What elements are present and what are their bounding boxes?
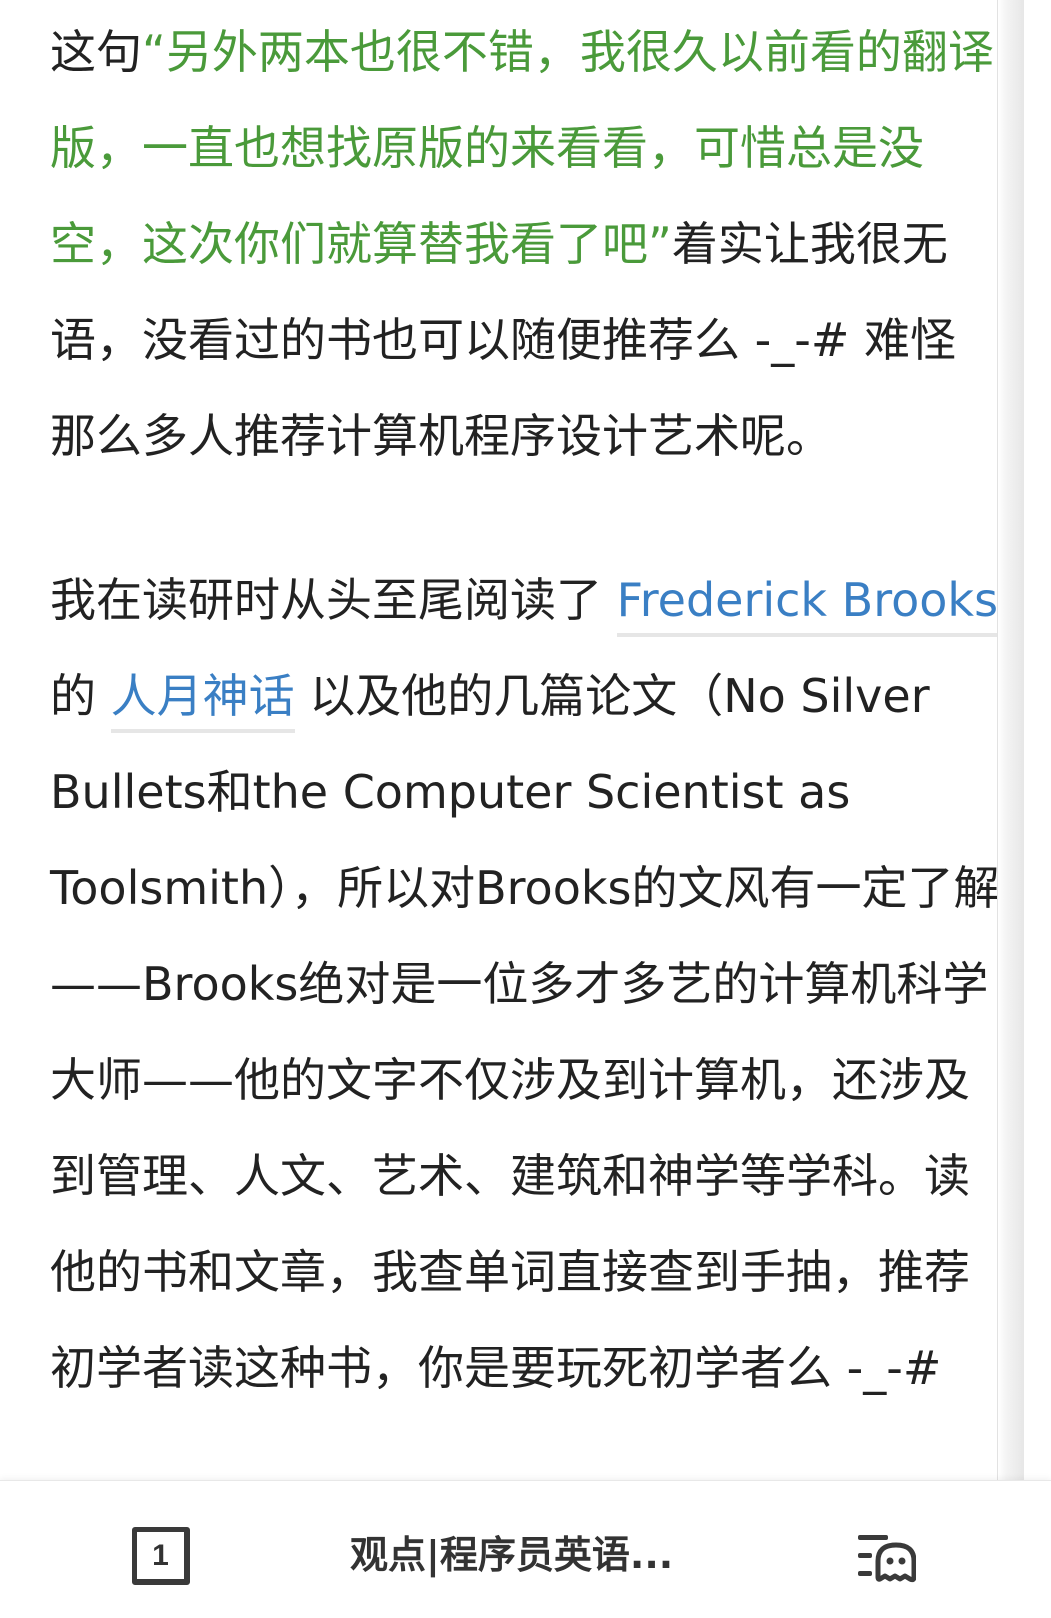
paragraph-1-intro: 这句 [50,25,142,79]
reader-mode-icon-svg [858,1535,917,1583]
paragraph-2-rest: 以及他的几篇论文（No Silver Bullets和the Computer … [50,669,1000,1395]
article-content: 这句“另外两本也很不错，我很久以前看的翻译版，一直也想找原版的来看看，可惜总是没… [0,0,1024,1480]
tab-count-label: 1 [152,1538,169,1572]
paragraph-2-connector: 的 [50,669,111,723]
page-title[interactable]: 观点|程序员英语... [350,1525,710,1585]
paragraph-2: 我在读研时从头至尾阅读了 Frederick Brooks 的 人月神话 以及他… [50,552,1000,1416]
link-mythical-man-month[interactable]: 人月神话 [110,669,295,733]
paragraph-2-intro: 我在读研时从头至尾阅读了 [50,573,617,627]
link-frederick-brooks[interactable]: Frederick Brooks [616,573,999,637]
reader-mode-icon[interactable] [856,1527,917,1587]
browser-bottom-bar: 1 观点|程序员英语... [0,1480,1051,1618]
tab-switcher-button[interactable]: 1 [132,1527,190,1585]
page-edge-scrollbar[interactable] [997,0,1024,1480]
paragraph-1: 这句“另外两本也很不错，我很久以前看的翻译版，一直也想找原版的来看看，可惜总是没… [50,4,1000,484]
article-body: 这句“另外两本也很不错，我很久以前看的翻译版，一直也想找原版的来看看，可惜总是没… [50,4,1000,1480]
